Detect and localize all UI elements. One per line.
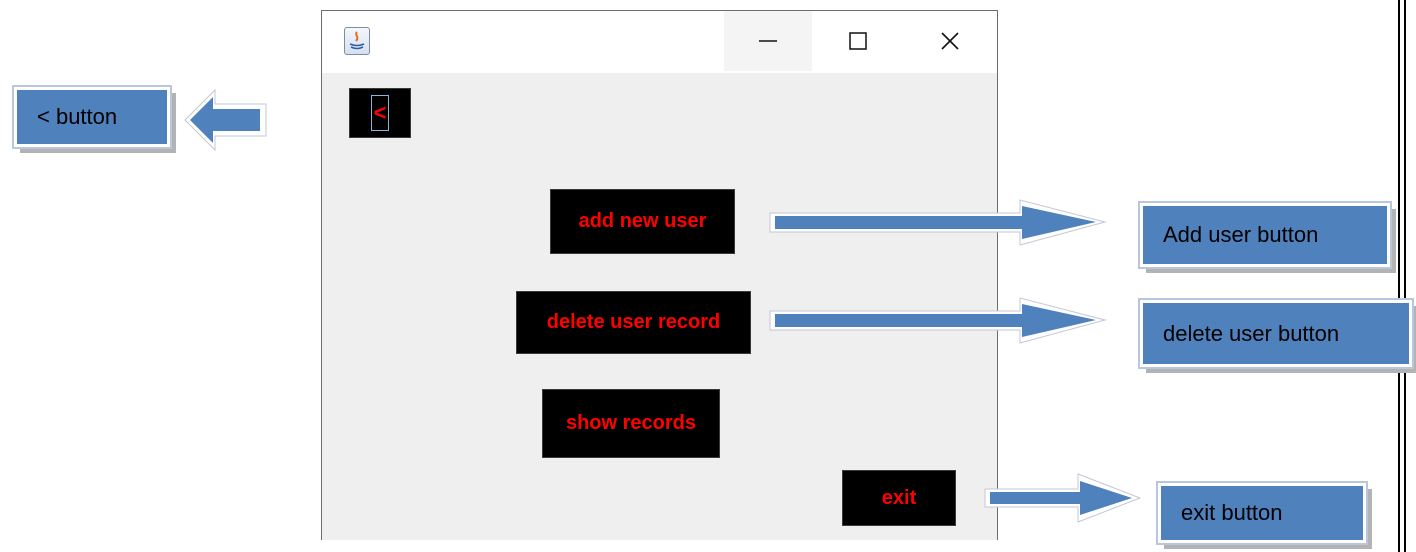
arrow-right-icon	[984, 473, 1142, 523]
annotation-arrows	[184, 88, 1142, 523]
callout-exit-text: exit button	[1181, 500, 1283, 525]
callout-back-text: < button	[37, 104, 118, 129]
arrow-right-icon	[769, 199, 1107, 246]
callout-exit: exit button	[1156, 481, 1368, 545]
callout-add-user: Add user button	[1138, 201, 1392, 269]
arrow-right-icon	[769, 297, 1107, 344]
arrow-left-icon	[184, 88, 267, 152]
callout-back-button: < button	[12, 85, 172, 149]
callout-delete-user: delete user button	[1138, 298, 1414, 369]
callout-add-text: Add user button	[1163, 222, 1319, 247]
callout-delete-text: delete user button	[1163, 320, 1340, 346]
